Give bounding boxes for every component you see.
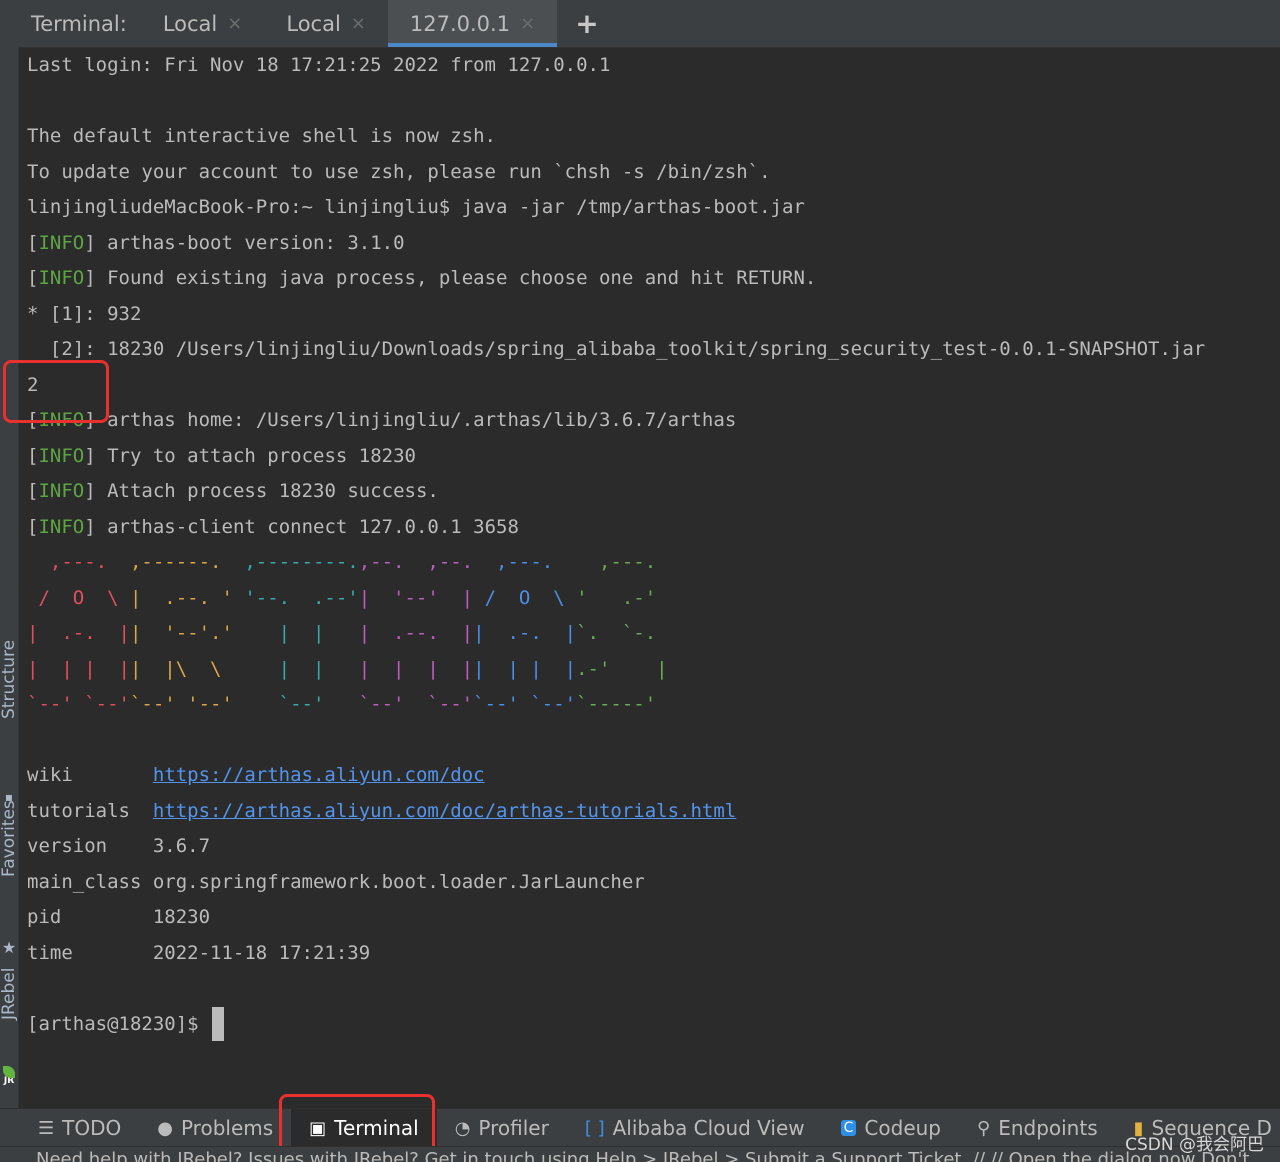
info-key: tutorials — [27, 799, 130, 822]
info-tag: INFO — [38, 515, 85, 538]
star-icon[interactable]: ★ — [1, 938, 17, 957]
info-line: [INFO] Found existing java process, plea… — [27, 267, 817, 289]
tool-label: Endpoints — [998, 1116, 1098, 1140]
info-value: 18230 — [152, 906, 211, 928]
info-key: version — [27, 835, 108, 857]
structure-tool-label[interactable]: Structure — [1, 640, 17, 785]
info-message: arthas home: /Users/linjingliu/.arthas/l… — [107, 409, 737, 431]
info-value: org.springframework.boot.loader.JarLaunc… — [152, 870, 645, 893]
info-message: Try to attach process 18230 — [107, 444, 416, 467]
info-value: 3.6.7 — [152, 835, 211, 857]
info-value: 2022-11-18 17:21:39 — [152, 941, 371, 964]
terminal-tab-bar: Terminal: Local × Local × 127.0.0.1 × + — [18, 0, 1280, 48]
info-tag: INFO — [38, 480, 85, 502]
tool-label: Alibaba Cloud View — [612, 1116, 805, 1140]
codeup-button[interactable]: C Codeup — [823, 1109, 959, 1147]
jrebel-tool-label[interactable]: JRebel — [1, 968, 17, 1060]
version-row: version 3.6.7 — [27, 829, 1280, 865]
arthas-prompt: [arthas@18230]$ — [27, 1012, 199, 1035]
main-class-row: main_class org.springframework.boot.load… — [27, 865, 1280, 901]
close-icon[interactable]: × — [227, 13, 242, 34]
endpoints-button[interactable]: ⚲ Endpoints — [959, 1109, 1116, 1147]
info-icon: ● — [157, 1117, 173, 1139]
tab-label: Local — [162, 11, 218, 36]
process-line: [2]: 18230 /Users/linjingliu/Downloads/s… — [27, 338, 1206, 360]
pid-row: pid 18230 — [27, 900, 1280, 936]
watermark: CSDN @我会阿巴 — [1125, 1135, 1264, 1155]
info-message: Found existing java process, please choo… — [107, 267, 817, 289]
last-login-line: Last login: Fri Nov 18 17:21:25 2022 fro… — [27, 54, 611, 76]
jrebel-icon[interactable]: JR — [0, 1066, 18, 1088]
profiler-button[interactable]: ◔ Profiler — [437, 1109, 567, 1147]
tab-local-2[interactable]: Local × — [264, 0, 388, 47]
alibaba-cloud-view-button[interactable]: [ ] Alibaba Cloud View — [567, 1109, 823, 1147]
cloud-icon: [ ] — [584, 1117, 605, 1139]
tool-label: Codeup — [864, 1116, 941, 1140]
info-message: arthas-boot version: 3.1.0 — [107, 231, 405, 254]
todo-button[interactable]: ☰ TODO — [0, 1109, 139, 1147]
info-key: pid — [27, 906, 62, 928]
info-key: main_class — [27, 870, 142, 893]
tool-label: Profiler — [478, 1116, 549, 1140]
tab-127-0-0-1[interactable]: 127.0.0.1 × — [387, 0, 558, 47]
wiki-link[interactable]: https://arthas.aliyun.com/doc — [153, 764, 485, 786]
choice-line: 2 — [27, 373, 39, 396]
close-icon[interactable]: × — [351, 13, 366, 34]
prompt-line[interactable]: [arthas@18230]$ — [27, 1007, 1280, 1043]
info-line: [INFO] arthas-client connect 127.0.0.1 3… — [27, 515, 519, 538]
arthas-ascii-logo: ,---. ,------. ,--------.,--. ,--. ,---.… — [27, 551, 680, 715]
codeup-icon: C — [840, 1120, 857, 1136]
status-bar[interactable]: Need help with JRebel? Issues with JRebe… — [0, 1146, 1280, 1162]
close-icon[interactable]: × — [520, 13, 535, 34]
info-key: time — [27, 941, 73, 964]
info-message: arthas-client connect 127.0.0.1 3658 — [107, 515, 519, 538]
tool-label: TODO — [62, 1116, 122, 1140]
tool-label: Problems — [180, 1116, 274, 1140]
wiki-row: wiki https://arthas.aliyun.com/doc — [27, 758, 1280, 794]
bottom-tool-bar: ☰ TODO ● Problems ▣ Terminal ◔ Profiler [ ] A… — [0, 1108, 1280, 1147]
info-tag: INFO — [38, 231, 85, 254]
profiler-icon: ◔ — [454, 1117, 471, 1139]
process-line: * [1]: 932 — [27, 302, 142, 325]
info-line: [INFO] Attach process 18230 success. — [27, 480, 439, 502]
info-key: wiki — [27, 764, 73, 786]
add-tab-button[interactable]: + — [557, 0, 616, 47]
default-shell-line: The default interactive shell is now zsh… — [27, 125, 496, 147]
tab-label: 127.0.0.1 — [409, 11, 511, 36]
endpoints-icon: ⚲ — [977, 1117, 991, 1139]
tutorials-link[interactable]: https://arthas.aliyun.com/doc/arthas-tut… — [153, 800, 736, 822]
terminal-title: Terminal: — [31, 11, 127, 36]
info-tag: INFO — [38, 267, 85, 289]
list-icon: ☰ — [38, 1117, 55, 1139]
problems-button[interactable]: ● Problems — [139, 1109, 291, 1147]
favorites-tool-label[interactable]: Favorites — [1, 800, 17, 928]
info-line: [INFO] Try to attach process 18230 — [27, 444, 416, 467]
update-note-line: To update your account to use zsh, pleas… — [27, 160, 771, 183]
tab-local-1[interactable]: Local × — [141, 0, 265, 47]
info-line: [INFO] arthas home: /Users/linjingliu/.a… — [27, 409, 737, 431]
tutorials-row: tutorials https://arthas.aliyun.com/doc/… — [27, 794, 1280, 830]
info-tag: INFO — [38, 444, 85, 467]
time-row: time 2022-11-18 17:21:39 — [27, 936, 1280, 972]
info-message: Attach process 18230 success. — [107, 480, 439, 502]
command-line: linjingliudeMacBook-Pro:~ linjingliu$ ja… — [27, 196, 805, 218]
tab-label: Local — [286, 11, 341, 36]
terminal-output[interactable]: Last login: Fri Nov 18 17:21:25 2022 fro… — [27, 48, 1280, 1042]
highlight-choice-box — [3, 360, 109, 423]
text-cursor — [212, 1007, 225, 1041]
info-line: [INFO] arthas-boot version: 3.1.0 — [27, 231, 405, 254]
